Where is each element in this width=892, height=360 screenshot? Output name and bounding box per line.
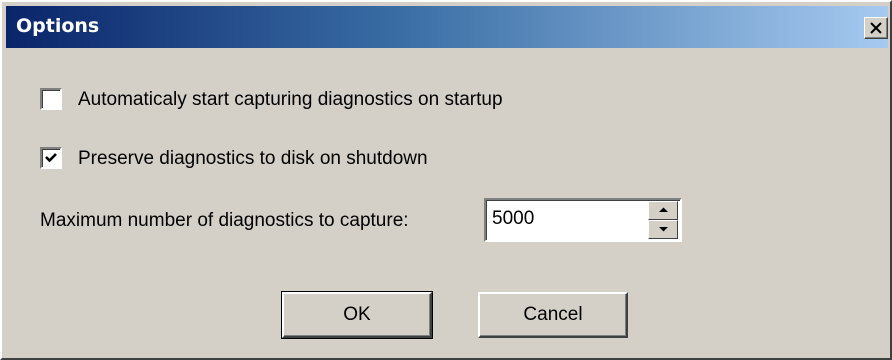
close-icon xyxy=(870,22,882,34)
preserve-checkbox[interactable] xyxy=(40,147,62,169)
spin-up-button[interactable] xyxy=(648,201,678,220)
spin-down-button[interactable] xyxy=(648,220,678,239)
max-count-spinner[interactable]: 5000 xyxy=(484,198,682,242)
checkmark-icon xyxy=(45,153,57,163)
arrow-down-icon xyxy=(659,227,668,232)
window-title: Options xyxy=(16,15,100,37)
cancel-button[interactable]: Cancel xyxy=(478,292,628,338)
close-button[interactable] xyxy=(864,17,888,39)
options-dialog: Options Automaticaly start capturing dia… xyxy=(0,0,892,360)
ok-button[interactable]: OK xyxy=(281,291,433,339)
preserve-label[interactable]: Preserve diagnostics to disk on shutdown xyxy=(78,148,428,170)
max-count-label: Maximum number of diagnostics to capture… xyxy=(40,210,409,231)
title-bar[interactable]: Options xyxy=(6,6,888,48)
max-count-input[interactable]: 5000 xyxy=(492,208,534,230)
auto-start-checkbox[interactable] xyxy=(40,88,62,110)
auto-start-label[interactable]: Automaticaly start capturing diagnostics… xyxy=(78,89,503,111)
arrow-up-icon xyxy=(659,207,668,212)
